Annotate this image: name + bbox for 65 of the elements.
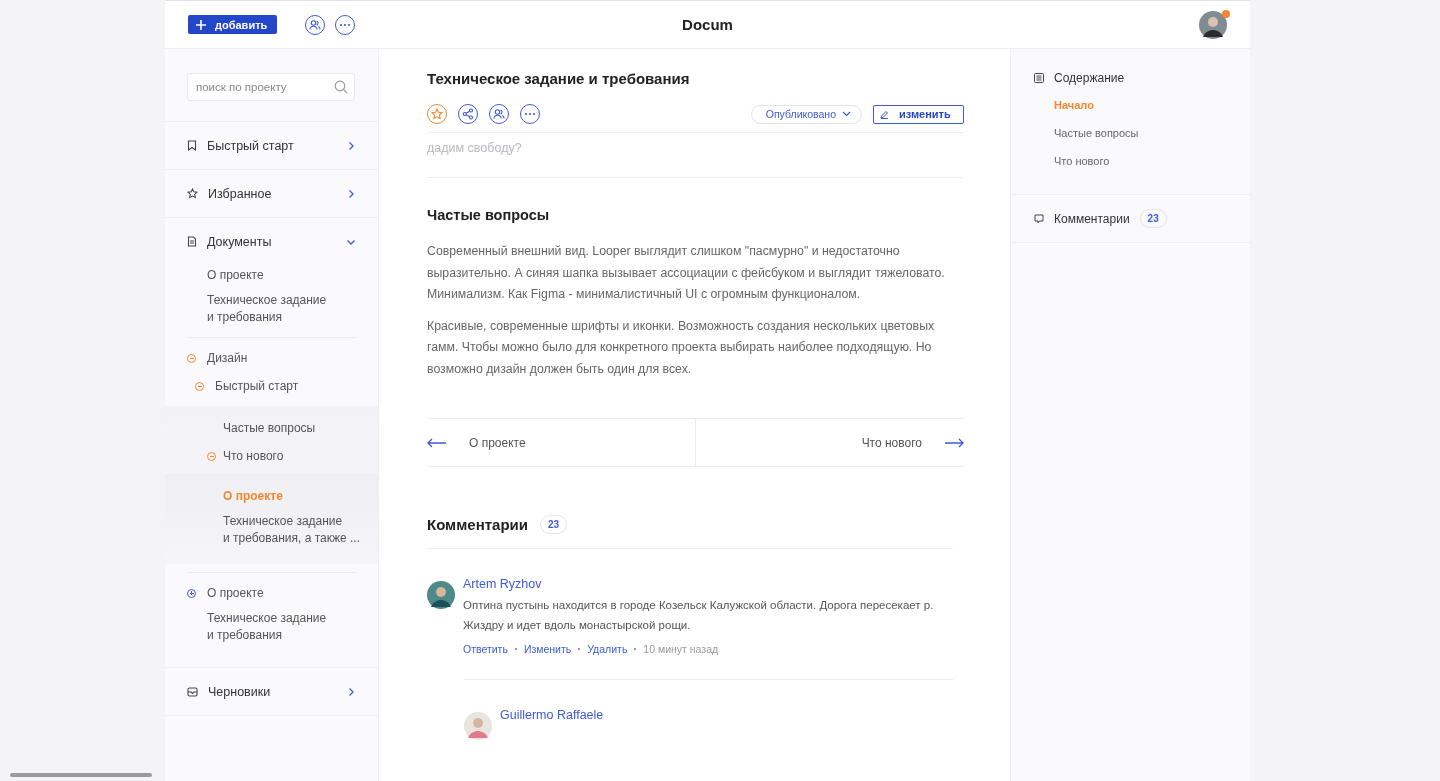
paragraph: Современный внешний вид. Looper выглядит слишком "пасмурно" и недостаточно выразительно. А синяя шапка вызывает ассоциации с фейсбуком и выглядит тяжеловато. Минимализм. Как Figma - минималистичный UI с огромным функционалом. <box>427 243 946 303</box>
app-logo: Docum <box>681 16 734 33</box>
chevron-down-icon <box>842 111 851 117</box>
tree-item[interactable]: О проекте <box>207 263 264 287</box>
add-button[interactable]: добавить <box>188 15 277 34</box>
commenter-avatar <box>427 581 455 609</box>
chevron-right-icon <box>346 188 356 199</box>
arrow-left-icon <box>427 437 447 448</box>
star-icon <box>187 188 198 199</box>
previous-page-link[interactable]: О проекте <box>427 419 696 466</box>
comment-action-link[interactable]: Удалить <box>587 643 628 655</box>
tree-item[interactable]: Что нового <box>223 444 284 468</box>
sidebar-section[interactable]: Быстрый старт <box>165 122 378 169</box>
edit-button[interactable]: изменить <box>873 104 964 124</box>
contents-heading: Содержание <box>1054 70 1125 85</box>
expand-icon[interactable] <box>187 588 196 598</box>
tree-item[interactable]: Дизайн <box>207 346 248 370</box>
page-link-label: Что нового <box>861 435 922 450</box>
document-title: Техническое задание и требования <box>427 70 691 87</box>
comment-action-link[interactable]: Ответить <box>463 643 508 655</box>
favorite-icon[interactable] <box>427 104 447 124</box>
document-icon <box>187 236 197 247</box>
users-icon[interactable] <box>489 104 509 124</box>
next-page-link[interactable]: Что нового <box>696 419 964 466</box>
contents-link[interactable]: Что нового <box>1034 152 1227 180</box>
mail-icon <box>187 686 198 697</box>
commenter-avatar <box>464 712 492 740</box>
sidebar-section[interactable]: Избранное <box>165 170 378 217</box>
page-link-label: О проекте <box>469 435 526 450</box>
section-heading: Частые вопросы <box>427 207 551 223</box>
contents-link[interactable]: Частые вопросы <box>1034 124 1227 152</box>
sidebar-section[interactable]: Черновики <box>165 668 378 715</box>
author-link[interactable]: Artem Ryzhov <box>463 577 953 591</box>
plus-icon <box>196 19 206 30</box>
comment-action-link[interactable]: Изменить <box>523 643 572 655</box>
tree-item[interactable]: Техническое задание и требования, а также ... <box>223 510 361 550</box>
tree-item[interactable]: Техническое задание и требования <box>207 289 327 329</box>
more-icon[interactable] <box>335 14 355 35</box>
tree-item[interactable]: О проекте <box>207 581 264 605</box>
author-link[interactable]: Guillermo Raffaele <box>500 708 604 722</box>
comments-heading: Комментарии <box>427 516 528 533</box>
pencil-icon <box>880 109 889 119</box>
user-avatar[interactable] <box>1199 10 1227 39</box>
users-icon[interactable] <box>305 14 325 35</box>
share-icon[interactable] <box>458 104 478 124</box>
tree-item[interactable]: Техническое задание и требования <box>207 607 327 647</box>
paragraph: Красивые, современные шрифты и иконки. Возможность создания нескольких цветовых гамм. Чтобы можно было для конкретного проекта выбирать наиболее подходящую. Но возможно дизайн должен быть один для всех. <box>427 317 936 378</box>
tree-item[interactable]: Быстрый старт <box>215 374 299 398</box>
search-field[interactable]: поиск по проекту <box>187 73 355 101</box>
list-icon <box>1034 72 1044 83</box>
scrollbar[interactable] <box>10 773 152 777</box>
bookmark-icon <box>187 140 197 151</box>
chevron-right-icon <box>346 686 356 697</box>
sidebar-section[interactable]: Документы <box>165 218 378 265</box>
faded-text: дадим свободу? <box>427 141 523 155</box>
comments-link[interactable]: Комментарии <box>1054 211 1130 226</box>
more-icon[interactable] <box>520 104 540 124</box>
arrow-right-icon <box>944 437 964 448</box>
chevron-right-icon <box>346 140 356 151</box>
timestamp: 10 минут назад <box>643 643 719 655</box>
comment-text: Оптина пустынь находится в городе Козельск Калужской области. Дорога пересекает р. Жиздру и идет вдоль монастырской рощи. <box>463 598 935 633</box>
search-icon <box>334 80 348 94</box>
tree-item[interactable]: Частые вопросы <box>223 416 316 440</box>
status-dropdown[interactable]: Опубликовано <box>750 104 862 124</box>
comment-icon <box>1034 213 1044 224</box>
